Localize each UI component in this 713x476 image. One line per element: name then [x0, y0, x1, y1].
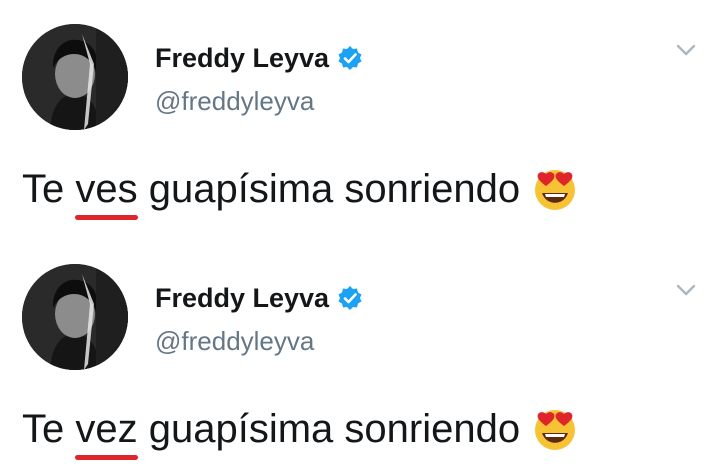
verified-badge-icon: [337, 285, 363, 311]
red-underline: [75, 455, 138, 460]
author-name-row: Freddy Leyva: [155, 283, 363, 313]
author-handle[interactable]: @freddyleyva: [155, 86, 314, 116]
tweet-card: Freddy Leyva @freddyleyva Te ves guapísi…: [0, 0, 713, 236]
tweet-text-end: guapísima sonriendo: [137, 167, 521, 211]
underlined-word-text: ves: [75, 167, 138, 211]
avatar[interactable]: [22, 24, 128, 130]
author-display-name[interactable]: Freddy Leyva: [155, 283, 329, 313]
tweet-text-start: Te: [22, 407, 76, 451]
author-name-row: Freddy Leyva: [155, 43, 363, 73]
tweet-text-end: guapísima sonriendo: [137, 407, 521, 451]
heart-eyes-emoji-icon: [532, 406, 578, 452]
tweet-text: Te ves guapísima sonriendo: [22, 165, 578, 220]
author-display-name[interactable]: Freddy Leyva: [155, 43, 329, 73]
underlined-word: vez: [75, 405, 138, 460]
underlined-word: ves: [75, 165, 138, 220]
heart-eyes-emoji-icon: [532, 166, 578, 212]
underlined-word-text: vez: [75, 407, 138, 451]
tweet-card: Freddy Leyva @freddyleyva Te vez guapísi…: [0, 240, 713, 476]
tweet-text-start: Te: [22, 167, 76, 211]
chevron-down-icon[interactable]: [672, 280, 700, 300]
chevron-down-icon[interactable]: [672, 40, 700, 60]
author-handle[interactable]: @freddyleyva: [155, 326, 314, 356]
tweet-text: Te vez guapísima sonriendo: [22, 405, 578, 460]
verified-badge-icon: [337, 45, 363, 71]
avatar[interactable]: [22, 264, 128, 370]
red-underline: [75, 215, 138, 220]
